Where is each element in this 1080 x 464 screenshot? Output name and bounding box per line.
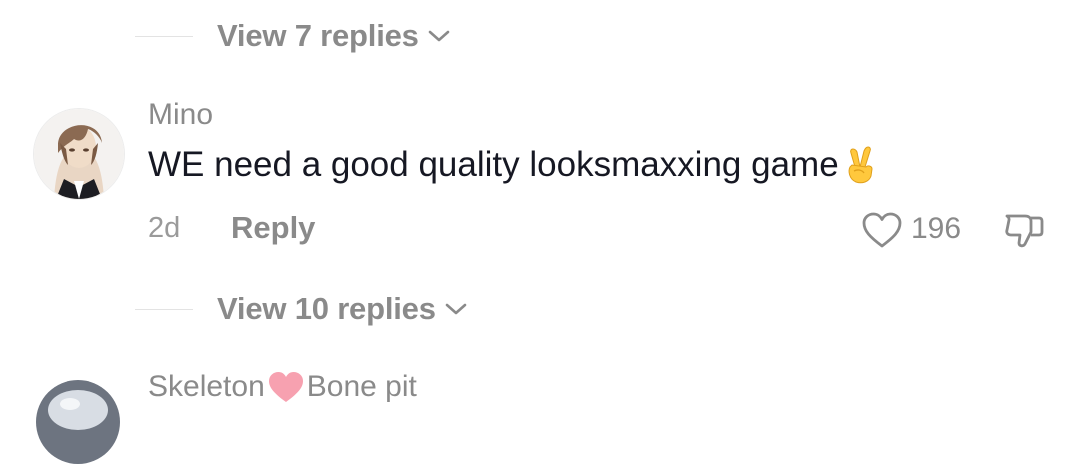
avatar[interactable]	[33, 108, 125, 200]
comment-timestamp: 2d	[148, 212, 181, 244]
comment-username[interactable]: Mino	[148, 98, 213, 132]
avatar[interactable]	[36, 380, 120, 464]
avatar-image	[34, 109, 124, 199]
view-replies-row[interactable]: View 10 replies	[135, 289, 468, 329]
view-replies-button[interactable]: View 10 replies	[217, 291, 436, 327]
replies-divider	[135, 308, 193, 310]
reply-button[interactable]: Reply	[231, 210, 315, 246]
heart-outline-icon[interactable]	[860, 210, 904, 250]
view-replies-row[interactable]: View 7 replies	[135, 16, 451, 56]
avatar-image	[36, 380, 120, 464]
view-replies-button[interactable]: View 7 replies	[217, 18, 419, 54]
thumbs-down-icon[interactable]	[1001, 206, 1047, 252]
victory-hand-emoji	[848, 146, 873, 184]
replies-divider	[135, 35, 193, 37]
comment-text-row: WE need a good quality looksmaxxing game	[148, 145, 878, 185]
chevron-down-icon	[428, 30, 450, 42]
like-count: 196	[911, 212, 962, 245]
comment-text: WE need a good quality looksmaxxing game	[148, 145, 839, 184]
chevron-down-icon	[445, 303, 467, 315]
